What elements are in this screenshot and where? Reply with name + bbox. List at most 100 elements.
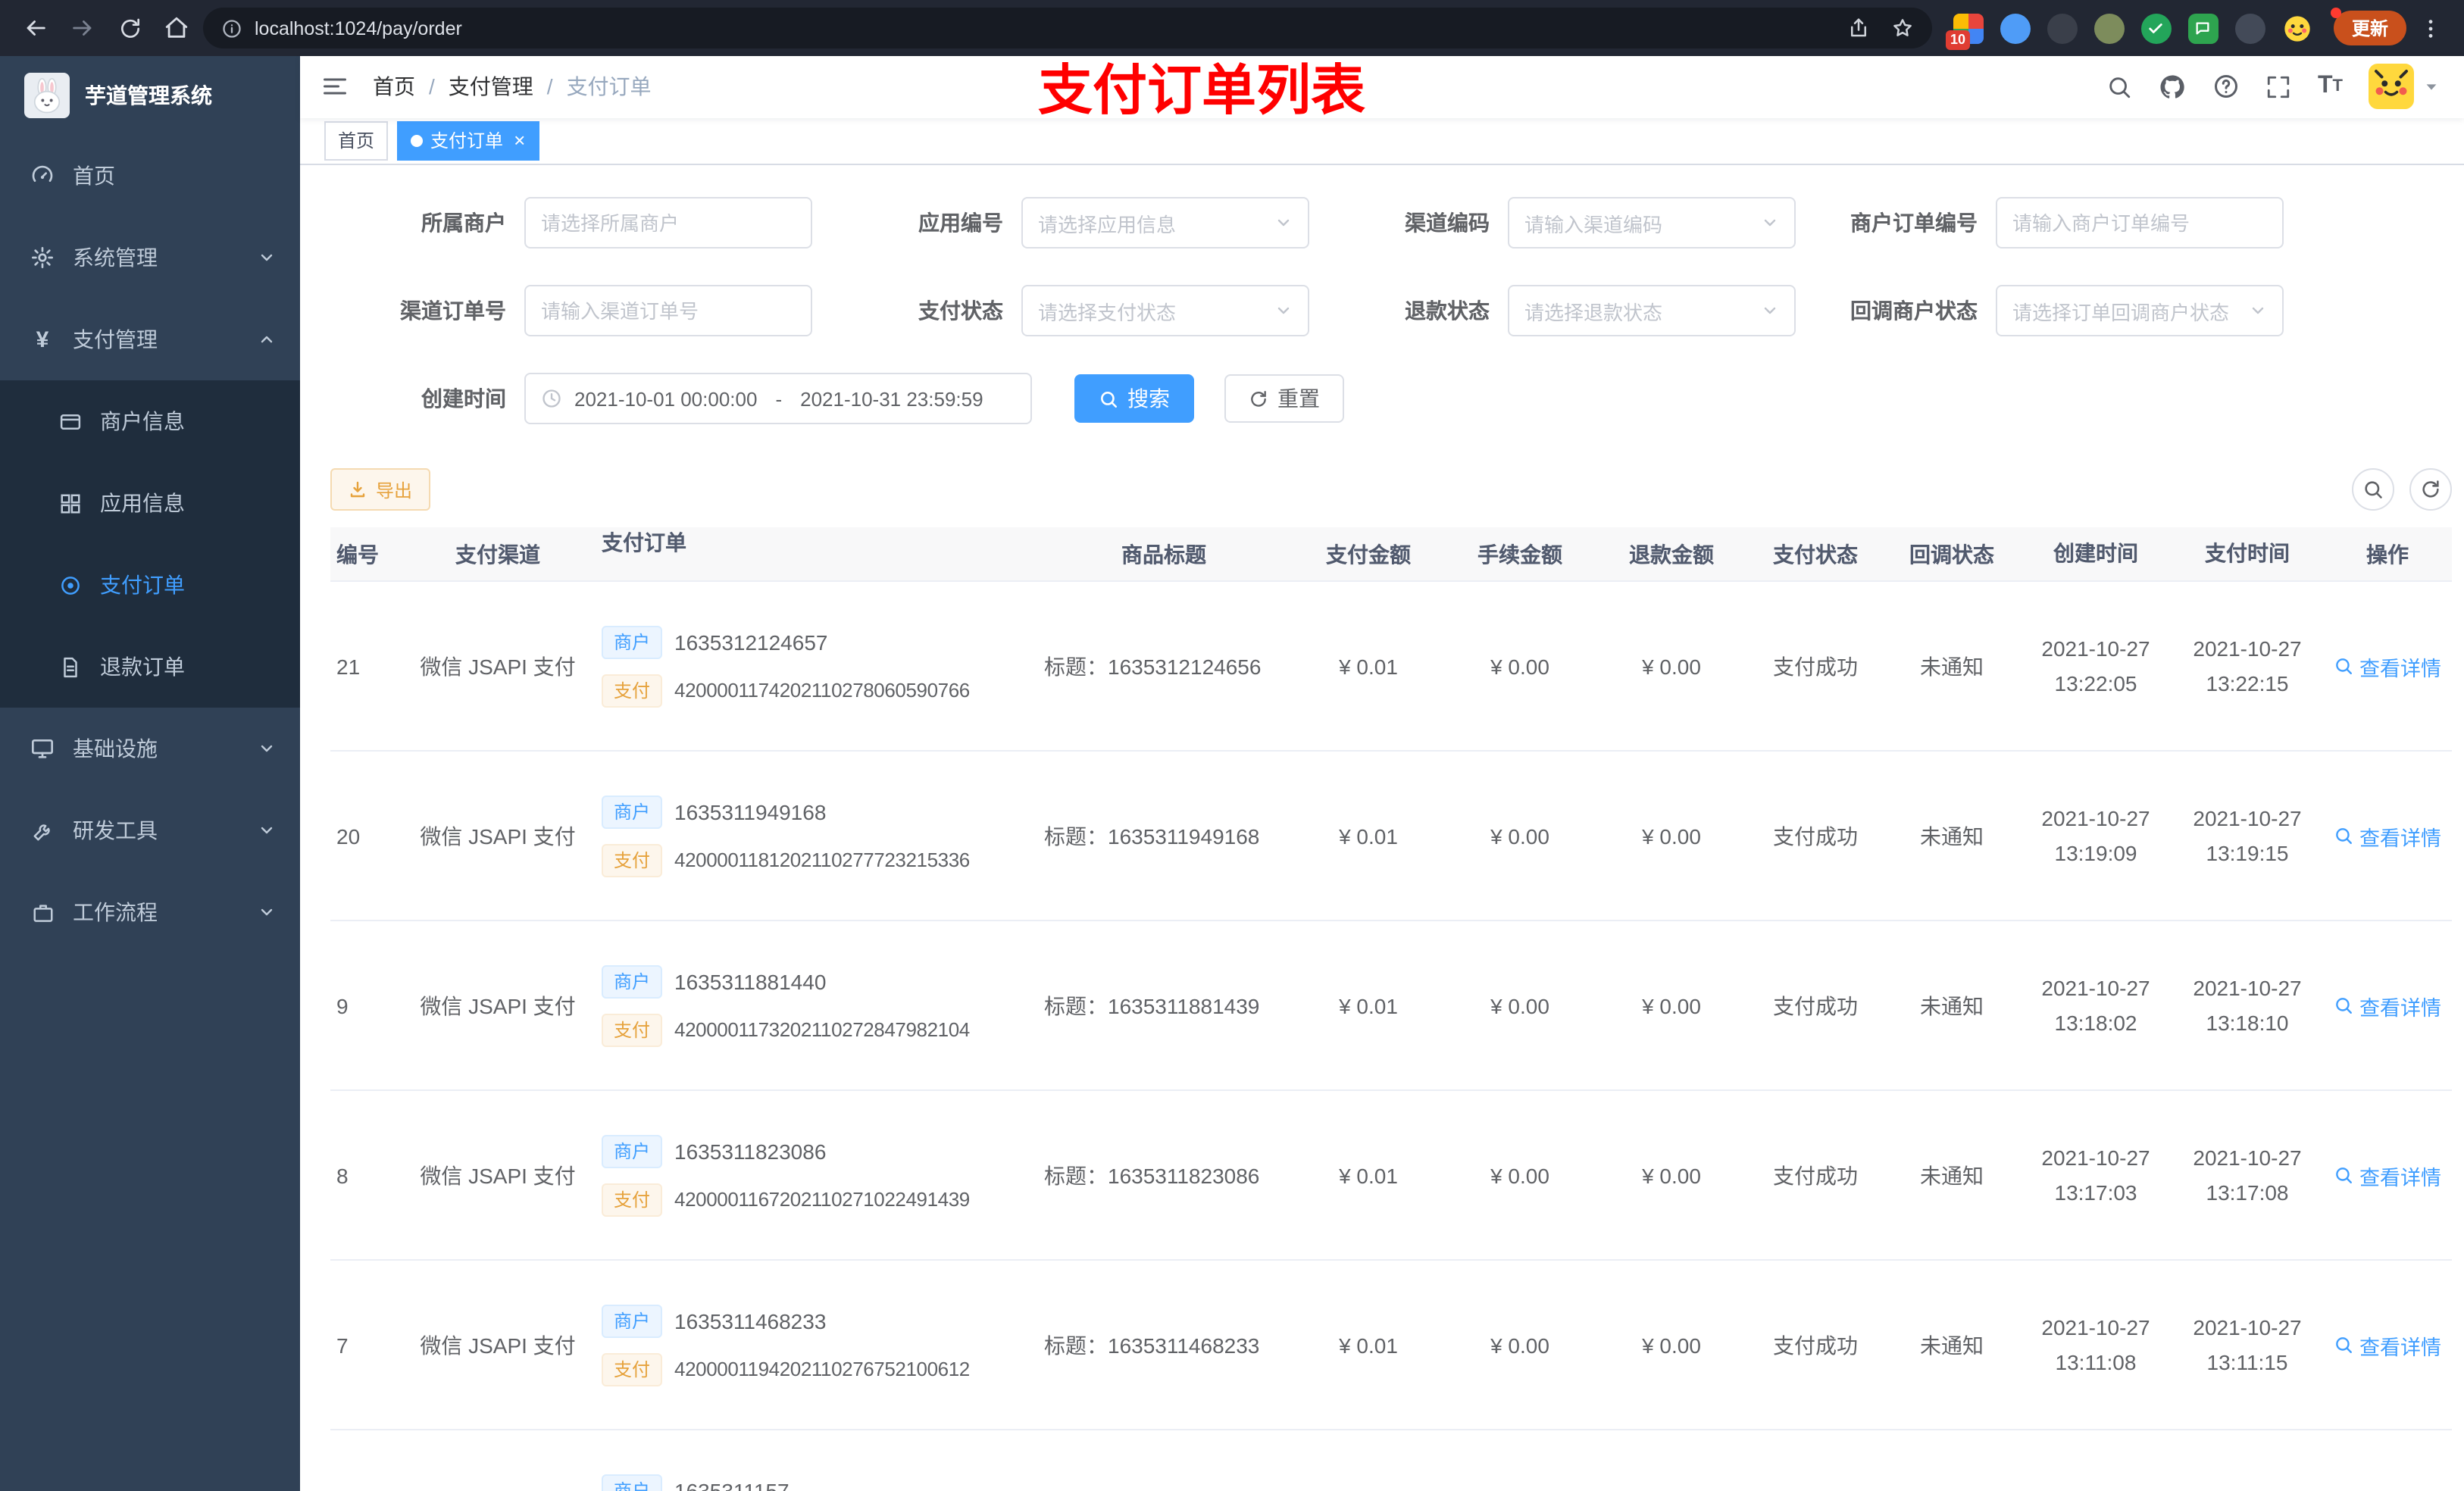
chevron-down-icon	[255, 245, 279, 270]
merchant-order-no: 1635311823086	[674, 1139, 827, 1164]
notify-status: 未通知	[1920, 824, 1984, 849]
help-icon[interactable]	[2213, 73, 2240, 101]
merchant-tag: 商户	[602, 1134, 663, 1168]
yen-icon: ¥	[36, 327, 49, 352]
create-time-range-picker[interactable]: 2021-10-01 00:00:00 - 2021-10-31 23:59:5…	[524, 373, 1032, 425]
fee-amount: ¥ 0.00	[1490, 654, 1549, 679]
app-select[interactable]: 请选择应用信息	[1021, 197, 1309, 249]
pay-order-cell: 商户 1635311949168 支付 42000011812021102777…	[593, 752, 1035, 920]
pay-tag: 支付	[602, 1183, 663, 1217]
chevron-down-icon	[1274, 302, 1293, 320]
extension-icon[interactable]	[2000, 13, 2031, 43]
merchant-input[interactable]	[524, 197, 812, 249]
extension-icon[interactable]	[2187, 13, 2219, 43]
refund-amount: ¥ 0.00	[1642, 654, 1701, 679]
merchant-order-no-input[interactable]	[1996, 197, 2284, 249]
toggle-search-button[interactable]	[2352, 468, 2394, 511]
channel-code-select[interactable]: 请输入渠道编码	[1508, 197, 1796, 249]
home-icon[interactable]	[156, 8, 197, 48]
fee-amount: ¥ 0.00	[1490, 1333, 1549, 1358]
breadcrumb-home[interactable]: 首页	[373, 72, 415, 102]
notify-status	[1884, 1430, 2020, 1491]
filter-row-2: 渠道订单号 支付状态 请选择支付状态 退款状态 请选择退款状态 回调商户状态 请…	[330, 285, 2452, 337]
font-size-icon[interactable]: TT	[2318, 73, 2343, 101]
breadcrumb-separator: /	[429, 74, 435, 99]
github-icon[interactable]	[2159, 73, 2187, 102]
browser-update-button[interactable]: 更新	[2330, 8, 2406, 45]
fee-amount	[1444, 1430, 1596, 1491]
export-button[interactable]: 导出	[330, 468, 431, 511]
reload-icon[interactable]	[109, 8, 150, 48]
pay-submenu: 商户信息 应用信息 支付订单 退款订单	[0, 380, 300, 708]
channel-pay-no: 4200001174202110278060590766	[674, 679, 970, 702]
sidebar-item-refund-order[interactable]: 退款订单	[0, 626, 300, 708]
extension-icon[interactable]	[2234, 13, 2265, 43]
credit-card-icon	[58, 409, 82, 433]
close-icon[interactable]: ×	[514, 131, 525, 151]
screen: localhost:1024/pay/order 10 更新 芋道管理系统 首页…	[0, 0, 2464, 1491]
view-detail-link[interactable]: 查看详情	[2334, 651, 2441, 681]
update-dot	[2330, 8, 2341, 18]
sidebar-item-workflow[interactable]: 工作流程	[0, 871, 300, 953]
app-logo[interactable]: 芋道管理系统	[0, 56, 300, 135]
extension-icon[interactable]	[2140, 13, 2172, 43]
pay-order-cell: 商户 1635311468233 支付 42000011942021102767…	[593, 1261, 1035, 1429]
merchant-tag: 商户	[602, 1304, 663, 1338]
channel-order-no-input[interactable]	[524, 285, 812, 337]
sidebar-item-system[interactable]: 系统管理	[0, 217, 300, 299]
extension-icon[interactable]	[2282, 13, 2312, 43]
site-info-icon[interactable]	[221, 17, 242, 39]
pay-status-select[interactable]: 请选择支付状态	[1021, 285, 1309, 337]
share-icon[interactable]	[1847, 17, 1870, 39]
view-detail-link[interactable]: 查看详情	[2334, 990, 2441, 1021]
sidebar-item-devtools[interactable]: 研发工具	[0, 789, 300, 871]
browser-menu-icon[interactable]	[2412, 16, 2449, 40]
view-detail-link[interactable]: 查看详情	[2334, 1160, 2441, 1190]
channel-pay-no: 4200001181202110277723215336	[674, 849, 970, 872]
refund-status-select[interactable]: 请选择退款状态	[1508, 285, 1796, 337]
extension-icon[interactable]	[2047, 13, 2078, 43]
fee-amount: ¥ 0.00	[1490, 1163, 1549, 1188]
sidebar-item-infra[interactable]: 基础设施	[0, 708, 300, 789]
target-icon	[58, 573, 82, 597]
tab-pay-order[interactable]: 支付订单 ×	[397, 120, 539, 161]
create-time: 2021-10-27 13:19:09	[2041, 806, 2150, 865]
sidebar-item-home[interactable]: 首页	[0, 135, 300, 217]
goods-title: 标题：1635311949168	[1044, 824, 1260, 849]
sidebar-item-merchant-info[interactable]: 商户信息	[0, 380, 300, 462]
refresh-button[interactable]	[2409, 468, 2452, 511]
column-header: 操作	[2366, 542, 2409, 567]
fullscreen-icon[interactable]	[2266, 74, 2292, 100]
pay-status: 支付成功	[1773, 1333, 1858, 1358]
user-avatar-menu[interactable]	[2369, 64, 2440, 110]
view-detail-link[interactable]: 查看详情	[2334, 1330, 2441, 1360]
notify-status-select[interactable]: 请选择订单回调商户状态	[1996, 285, 2284, 337]
pay-amount	[1293, 1430, 1444, 1491]
extension-icon[interactable]	[2093, 13, 2125, 43]
view-detail-link[interactable]: 查看详情	[2334, 821, 2441, 851]
table-toolbar: 导出	[330, 468, 2452, 511]
page-content: 所属商户 应用编号 请选择应用信息 渠道编码 请输入渠道编码 商户订单编号	[300, 165, 2464, 1491]
address-bar[interactable]: localhost:1024/pay/order	[203, 8, 1932, 48]
breadcrumb-pay[interactable]: 支付管理	[449, 72, 533, 102]
back-icon[interactable]	[15, 8, 56, 48]
search-icon[interactable]	[2107, 74, 2133, 100]
pay-amount: ¥ 0.01	[1339, 993, 1398, 1018]
action-cell: 查看详情	[2323, 582, 2452, 750]
forward-icon[interactable]	[62, 8, 103, 48]
sidebar-item-app-info[interactable]: 应用信息	[0, 462, 300, 544]
sidebar-item-label: 研发工具	[73, 818, 158, 842]
bookmark-star-icon[interactable]	[1891, 17, 1914, 39]
column-header: 退款金额	[1629, 542, 1714, 567]
filter-label: 创建时间	[421, 386, 506, 411]
reset-button[interactable]: 重置	[1224, 374, 1344, 424]
extension-icon[interactable]: 10	[1945, 13, 1984, 49]
sidebar-item-pay-order[interactable]: 支付订单	[0, 544, 300, 626]
pay-time: 2021-10-27 13:19:15	[2193, 806, 2302, 865]
pay-order-cell: 商户 1635311881440 支付 42000011732021102728…	[593, 921, 1035, 1089]
tab-home[interactable]: 首页	[324, 120, 389, 161]
sidebar-item-pay[interactable]: ¥ 支付管理	[0, 299, 300, 380]
search-button[interactable]: 搜索	[1074, 374, 1194, 424]
clock-icon	[541, 388, 562, 409]
hamburger-icon[interactable]	[321, 73, 349, 101]
